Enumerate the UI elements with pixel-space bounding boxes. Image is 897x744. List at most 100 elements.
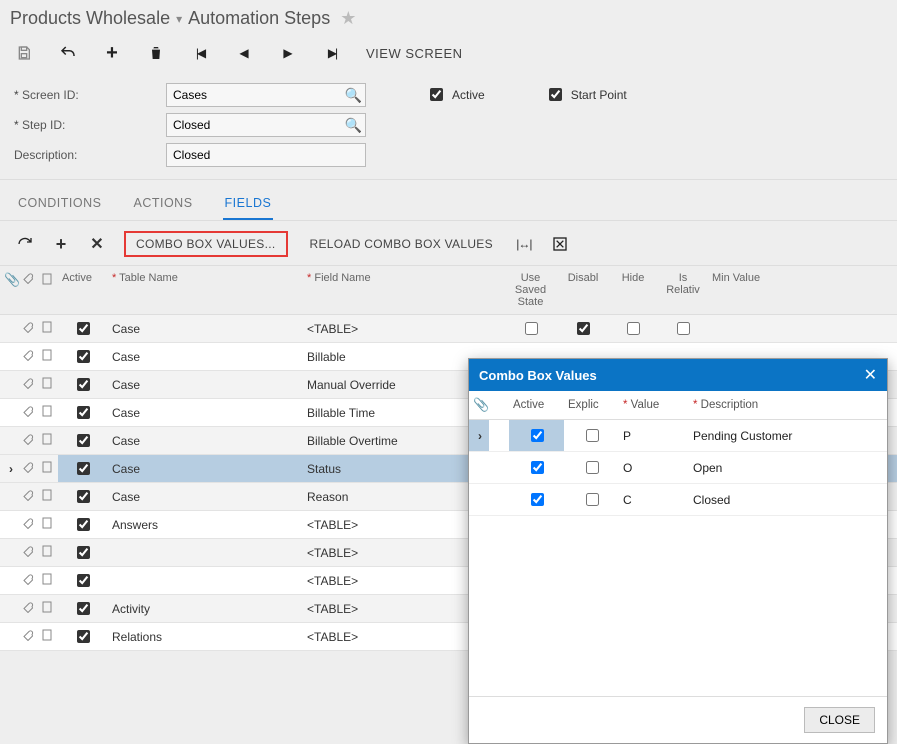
save-icon[interactable] [14, 43, 34, 63]
dlg-value-cell[interactable]: C [619, 484, 689, 516]
note-icon[interactable] [41, 546, 53, 561]
undo-icon[interactable] [58, 43, 78, 63]
row-is-relative-checkbox[interactable] [677, 322, 690, 335]
dialog-close-button[interactable]: CLOSE [804, 707, 875, 733]
export-icon[interactable] [551, 235, 569, 253]
step-id-lookup-icon[interactable]: 🔍 [345, 117, 362, 134]
attachment-icon[interactable] [22, 629, 34, 644]
dlg-value-cell[interactable]: O [619, 452, 689, 484]
attachment-icon[interactable] [22, 545, 34, 560]
dlg-description-cell[interactable]: Closed [689, 484, 887, 516]
dlg-col-active[interactable]: Active [509, 391, 564, 420]
note-icon[interactable] [41, 490, 53, 505]
screen-id-input[interactable] [166, 83, 366, 107]
attachment-icon[interactable] [22, 405, 34, 420]
dlg-explicit-checkbox[interactable] [586, 429, 599, 442]
start-point-checkbox[interactable] [549, 88, 562, 101]
row-active-checkbox[interactable] [77, 462, 90, 475]
delete-icon[interactable] [146, 43, 166, 63]
note-icon[interactable] [41, 434, 53, 449]
row-active-checkbox[interactable] [77, 546, 90, 559]
row-active-checkbox[interactable] [77, 518, 90, 531]
refresh-icon[interactable] [16, 235, 34, 253]
delete-row-icon[interactable]: ✕ [88, 235, 106, 253]
note-icon[interactable] [41, 350, 53, 365]
dlg-description-cell[interactable]: Pending Customer [689, 420, 887, 452]
row-active-checkbox[interactable] [77, 434, 90, 447]
dlg-active-checkbox[interactable] [531, 429, 544, 442]
active-checkbox[interactable] [430, 88, 443, 101]
col-header-active[interactable]: Active [58, 266, 108, 315]
row-table-name[interactable]: Case [108, 455, 303, 483]
col-header-disable[interactable]: Disabl [558, 266, 608, 315]
row-disable-checkbox[interactable] [577, 322, 590, 335]
row-field-name[interactable]: <TABLE> [303, 315, 503, 343]
prev-record-icon[interactable]: ◀ [234, 43, 254, 63]
note-icon[interactable] [41, 630, 53, 645]
note-icon[interactable] [41, 602, 53, 617]
row-hide-checkbox[interactable] [627, 322, 640, 335]
row-active-checkbox[interactable] [77, 350, 90, 363]
note-icon[interactable] [41, 406, 53, 421]
first-record-icon[interactable]: |◀ [190, 43, 210, 63]
row-table-name[interactable]: Case [108, 315, 303, 343]
col-header-attach-icon[interactable] [18, 266, 36, 315]
col-header-hide[interactable]: Hide [608, 266, 658, 315]
attachment-icon[interactable] [22, 489, 34, 504]
dialog-row[interactable]: OOpen [469, 452, 887, 484]
add-icon[interactable]: + [102, 43, 122, 63]
row-active-checkbox[interactable] [77, 574, 90, 587]
row-table-name[interactable]: Relations [108, 623, 303, 651]
view-screen-button[interactable]: VIEW SCREEN [366, 46, 463, 61]
tab-fields[interactable]: FIELDS [223, 190, 274, 220]
row-use-saved-checkbox[interactable] [525, 322, 538, 335]
dlg-col-value[interactable]: Value [619, 391, 689, 420]
screen-id-lookup-icon[interactable]: 🔍 [345, 87, 362, 104]
row-active-checkbox[interactable] [77, 630, 90, 643]
table-row[interactable]: Case<TABLE> [0, 315, 897, 343]
favorite-star-icon[interactable]: ★ [340, 8, 356, 29]
row-table-name[interactable] [108, 539, 303, 567]
dlg-col-explicit[interactable]: Explic [564, 391, 619, 420]
dlg-description-cell[interactable]: Open [689, 452, 887, 484]
description-input[interactable] [166, 143, 366, 167]
row-table-name[interactable] [108, 567, 303, 595]
col-header-table-name[interactable]: Table Name [108, 266, 303, 315]
attachment-icon[interactable] [22, 573, 34, 588]
dialog-title-bar[interactable]: Combo Box Values ✕ [469, 359, 887, 391]
row-table-name[interactable]: Answers [108, 511, 303, 539]
row-active-checkbox[interactable] [77, 602, 90, 615]
row-table-name[interactable]: Case [108, 427, 303, 455]
dlg-active-checkbox[interactable] [531, 461, 544, 474]
combo-box-values-button[interactable]: COMBO BOX VALUES... [124, 231, 288, 257]
dlg-explicit-checkbox[interactable] [586, 461, 599, 474]
note-icon[interactable] [41, 462, 53, 477]
row-active-checkbox[interactable] [77, 490, 90, 503]
dialog-row[interactable]: ›PPending Customer [469, 420, 887, 452]
row-table-name[interactable]: Activity [108, 595, 303, 623]
col-header-field-name[interactable]: Field Name [303, 266, 503, 315]
row-active-checkbox[interactable] [77, 322, 90, 335]
tab-actions[interactable]: ACTIONS [131, 190, 194, 220]
attachment-icon[interactable] [22, 517, 34, 532]
dialog-row[interactable]: CClosed [469, 484, 887, 516]
col-header-min-value[interactable]: Min Value [708, 266, 897, 315]
add-row-icon[interactable]: + [52, 235, 70, 253]
dlg-active-checkbox[interactable] [531, 493, 544, 506]
col-header-clip-icon[interactable]: 📎 [0, 266, 18, 315]
last-record-icon[interactable]: ▶| [322, 43, 342, 63]
dlg-explicit-checkbox[interactable] [586, 493, 599, 506]
attachment-icon[interactable] [22, 601, 34, 616]
dlg-col-description[interactable]: Description [689, 391, 887, 420]
dlg-col-clip-icon[interactable]: 📎 [469, 391, 489, 420]
attachment-icon[interactable] [22, 433, 34, 448]
step-id-input[interactable] [166, 113, 366, 137]
note-icon[interactable] [41, 322, 53, 337]
row-table-name[interactable]: Case [108, 371, 303, 399]
row-table-name[interactable]: Case [108, 483, 303, 511]
dialog-close-icon[interactable]: ✕ [864, 365, 877, 385]
row-active-checkbox[interactable] [77, 378, 90, 391]
attachment-icon[interactable] [22, 461, 34, 476]
col-header-use-saved[interactable]: Use Saved State [503, 266, 558, 315]
row-table-name[interactable]: Case [108, 343, 303, 371]
